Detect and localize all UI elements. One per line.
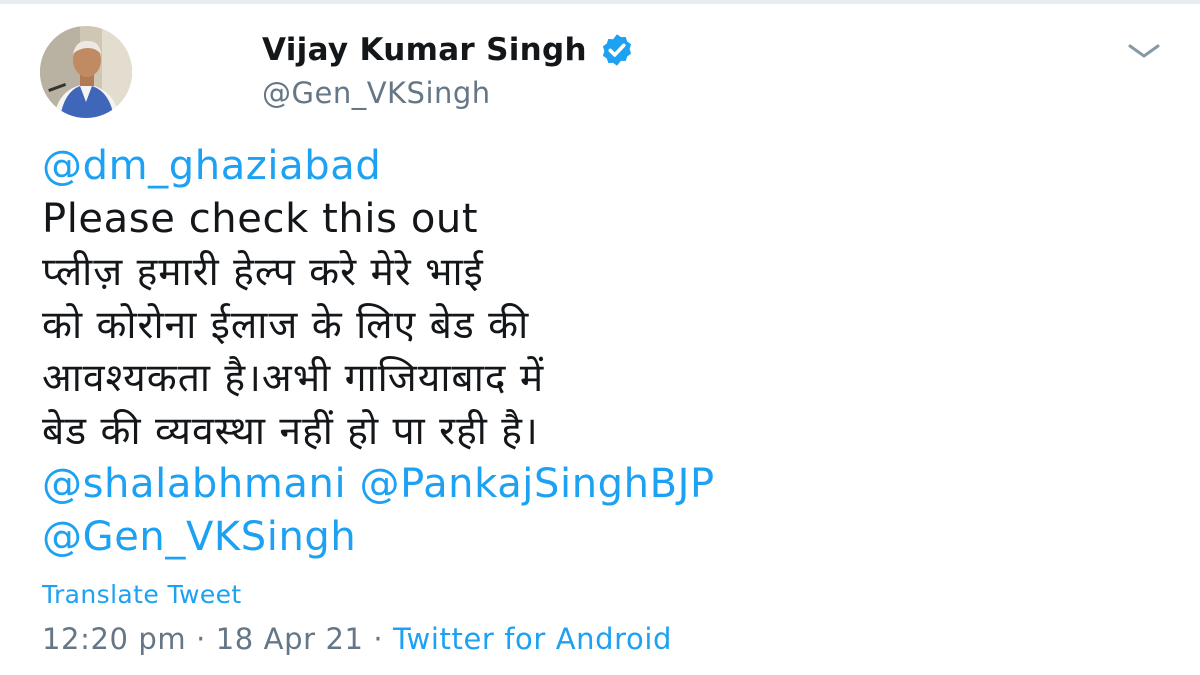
tweet-text-line: बेड की व्यवस्था नहीं हो पा रही है। <box>42 409 539 454</box>
tweet-metadata: 12:20 pm · 18 Apr 21 · Twitter for Andro… <box>42 622 672 656</box>
tweet-source-link[interactable]: Twitter for Android <box>393 622 672 656</box>
tweet-text-line: Please check this out <box>42 196 479 242</box>
separator-dot: · <box>196 622 206 656</box>
separator-dot: · <box>373 622 384 656</box>
translate-tweet-link[interactable]: Translate Tweet <box>42 580 242 609</box>
author-display-name[interactable]: Vijay Kumar Singh <box>262 32 587 68</box>
chevron-down-icon[interactable] <box>1124 38 1164 66</box>
author-name-row: Vijay Kumar Singh <box>262 32 635 68</box>
mention-link[interactable]: @Gen_VKSingh <box>42 514 356 560</box>
tweet-card: Vijay Kumar Singh @Gen_VKSingh @dm_ghazi… <box>0 0 1200 675</box>
tweet-date[interactable]: 18 Apr 21 <box>216 622 364 656</box>
tweet-text-line: आवश्यकता है।अभी गाजियाबाद में <box>42 356 545 401</box>
mention-link[interactable]: @dm_ghaziabad <box>42 140 1182 193</box>
tweet-text-line: प्लीज़ हमारी हेल्प करे मेरे भाई <box>42 250 484 295</box>
verified-badge-icon <box>599 32 635 68</box>
mentions-line: @Gen_VKSingh <box>42 511 1182 564</box>
avatar[interactable] <box>40 26 132 118</box>
mentions-line: @shalabhmani @PankajSinghBJP <box>42 458 1182 511</box>
tweet-text-line: को कोरोना ईलाज के लिए बेड की <box>42 303 530 348</box>
tweet-text: @dm_ghaziabad Please check this out प्ली… <box>42 140 1182 564</box>
mention-link[interactable]: @PankajSinghBJP <box>360 461 715 507</box>
tweet-time[interactable]: 12:20 pm <box>42 622 186 656</box>
mention-link[interactable]: @shalabhmani <box>42 461 346 507</box>
author-handle[interactable]: @Gen_VKSingh <box>262 76 491 110</box>
